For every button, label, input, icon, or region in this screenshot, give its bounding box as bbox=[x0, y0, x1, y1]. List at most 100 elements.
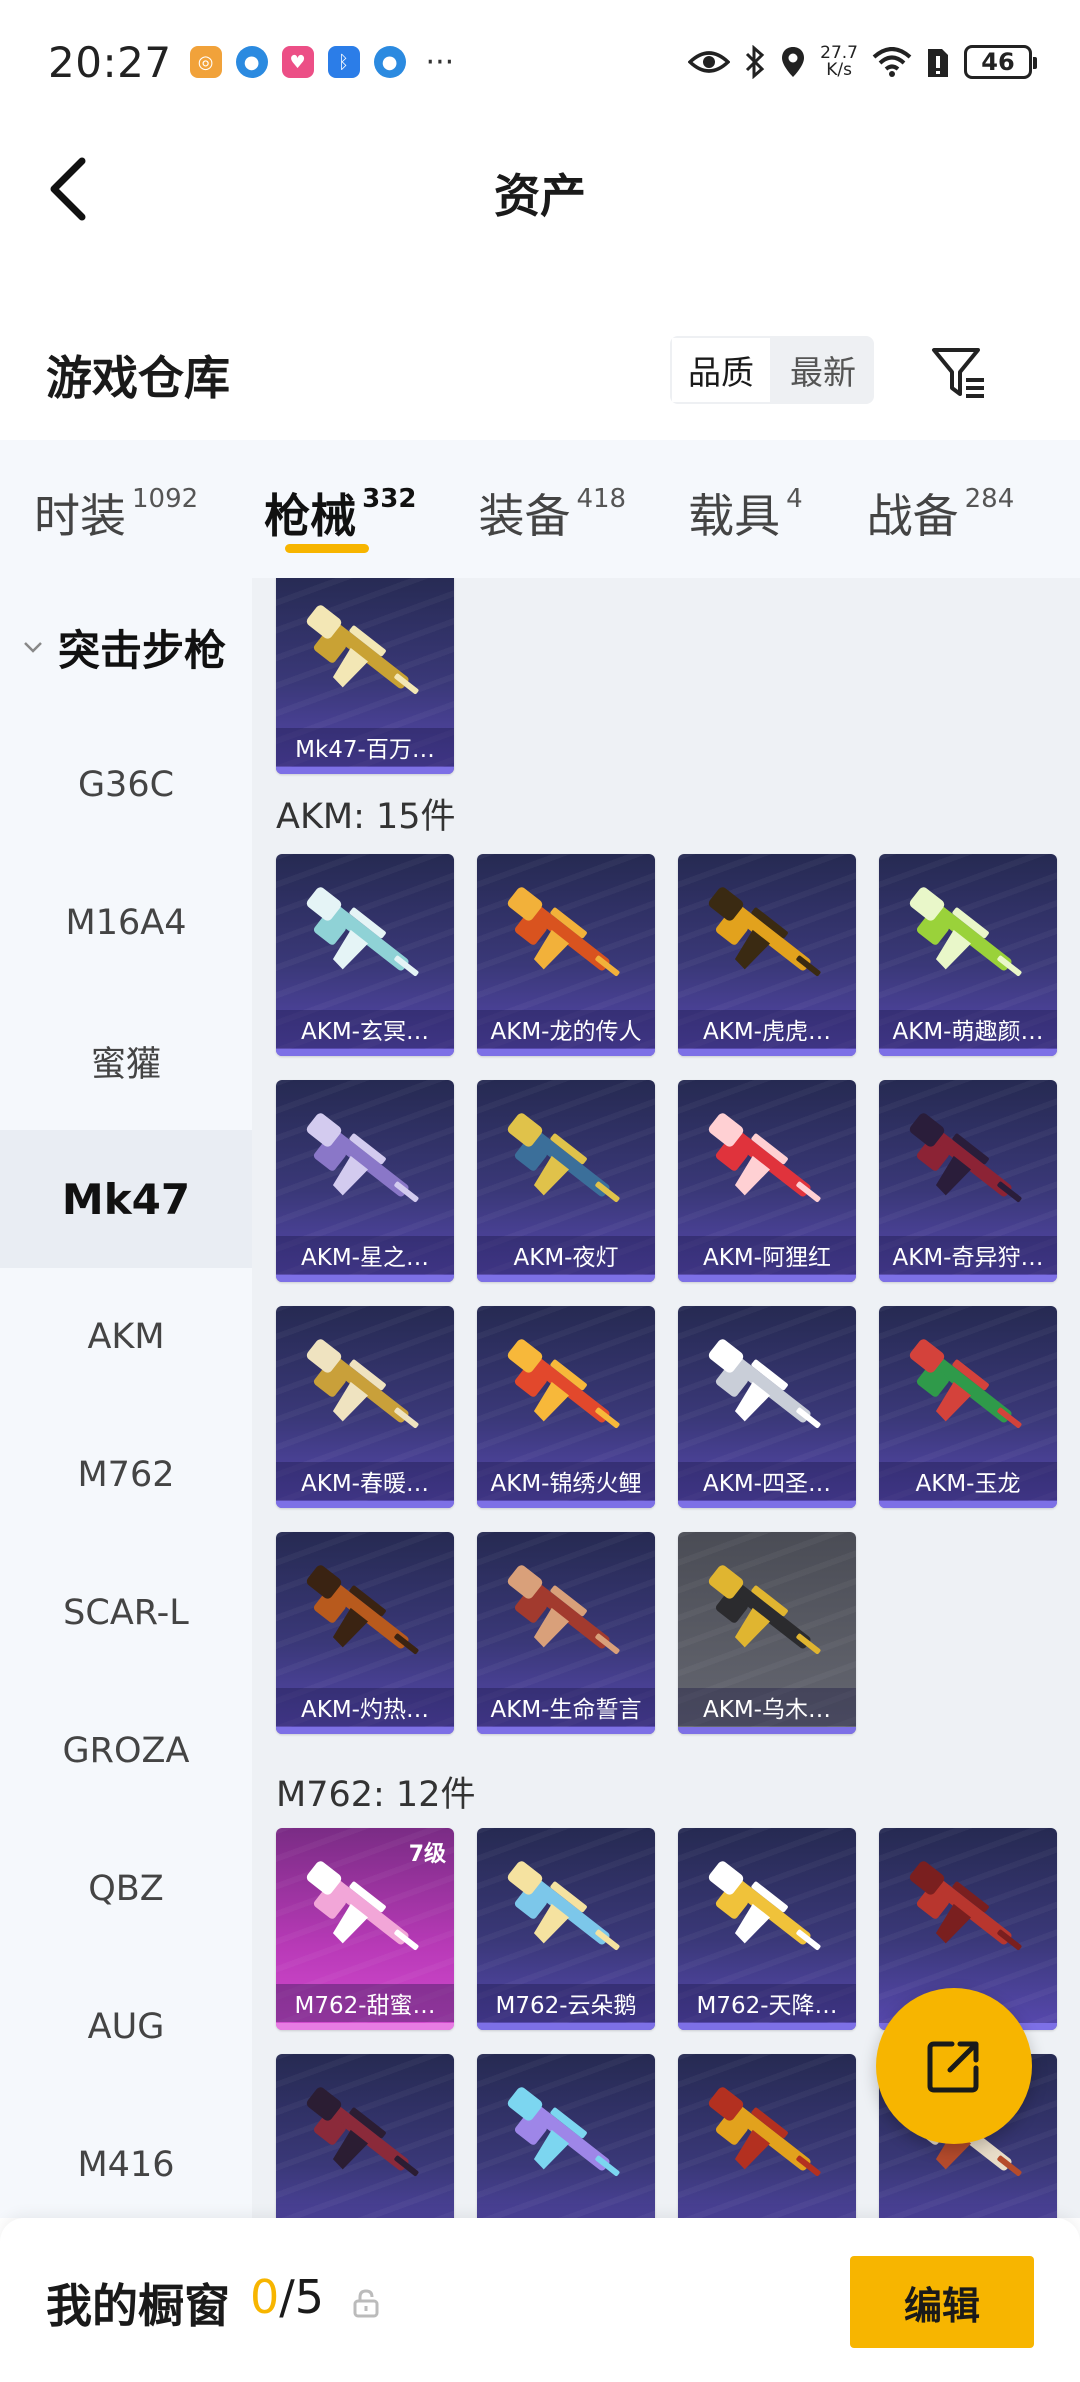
sort-by-quality-button[interactable]: 品质 bbox=[670, 336, 772, 404]
tab-count: 418 bbox=[576, 484, 627, 514]
weapon-card[interactable]: Mk47-百万… bbox=[276, 578, 454, 774]
weapon-card[interactable]: M762-云朵鹅 bbox=[477, 1828, 655, 2030]
weapon-skin-image bbox=[306, 1339, 419, 1428]
category-item-g36c[interactable]: G36C bbox=[0, 716, 252, 854]
weapon-card[interactable]: AKM-锦绣火鲤 bbox=[477, 1306, 655, 1508]
weapon-card[interactable] bbox=[477, 2054, 655, 2218]
notification-app-icon: ◎ bbox=[189, 46, 222, 78]
status-bar: 20:27 ◎ ● ♥ ᛒ ● ··· 27.7 K/s 46 bbox=[0, 0, 1080, 124]
weapon-card-label: M762-天降… bbox=[678, 1984, 856, 2022]
category-item-m416[interactable]: M416 bbox=[0, 2096, 252, 2234]
category-tabs: 时装 1092 枪械 332 装备 418 载具 4 战备 284 bbox=[0, 440, 1080, 578]
category-item-akm[interactable]: AKM bbox=[0, 1268, 252, 1406]
weapon-skin-image bbox=[708, 2087, 821, 2176]
section-title: 游戏仓库 bbox=[46, 351, 230, 405]
showcase-count: 0/5 bbox=[250, 2270, 324, 2324]
weapon-card[interactable]: AKM-夜灯 bbox=[477, 1080, 655, 1282]
weapon-card[interactable]: AKM-阿狸红 bbox=[678, 1080, 856, 1282]
battery-indicator: 46 bbox=[964, 45, 1037, 79]
weapon-card[interactable] bbox=[678, 2054, 856, 2218]
weapon-card[interactable]: M762-天降… bbox=[678, 1828, 856, 2030]
weapon-skin-image bbox=[708, 1113, 821, 1202]
skin-level-badge: 7级 bbox=[408, 1842, 446, 1867]
category-group-assault-rifles[interactable]: 突击步枪 bbox=[0, 578, 252, 716]
browser-icon: ● bbox=[235, 46, 268, 78]
sort-toggle: 品质 最新 bbox=[670, 336, 874, 404]
weapon-card-label: AKM-春暖… bbox=[276, 1462, 454, 1500]
tab-label: 载具 bbox=[688, 489, 781, 543]
weapon-card-label: AKM-生命誓言 bbox=[477, 1688, 655, 1726]
category-item-honey-badger[interactable]: 蜜獾 bbox=[0, 992, 252, 1130]
weapon-skin-image bbox=[507, 887, 620, 976]
category-item-aug[interactable]: AUG bbox=[0, 1958, 252, 2096]
warehouse-section-header: 游戏仓库 品质 最新 bbox=[0, 320, 1080, 440]
weapon-card-label: AKM-玉龙 bbox=[879, 1462, 1057, 1500]
weapon-skin-image bbox=[708, 1565, 821, 1654]
weapon-card[interactable]: AKM-灼热… bbox=[276, 1532, 454, 1734]
weapon-card-label: AKM-虎虎… bbox=[678, 1010, 856, 1048]
weapon-card-label: AKM-萌趣颜… bbox=[879, 1010, 1057, 1048]
weapon-card-label: AKM-玄冥… bbox=[276, 1010, 454, 1048]
share-button[interactable] bbox=[876, 1988, 1032, 2144]
weapon-card[interactable]: 7级 M762-甜蜜… bbox=[276, 1828, 454, 2030]
group-label-akm: AKM: 15件 bbox=[276, 797, 456, 837]
tab-equipment[interactable]: 装备 418 bbox=[432, 480, 642, 546]
weapon-skin-image bbox=[507, 1339, 620, 1428]
category-item-mk47[interactable]: Mk47 bbox=[0, 1130, 252, 1268]
weapon-card[interactable]: AKM-玉龙 bbox=[879, 1306, 1057, 1508]
filter-button[interactable] bbox=[928, 340, 992, 404]
weapon-grid: AKM: 15件 M762: 12件 Mk47-百万… AKM-玄冥… AKM-龙的… bbox=[252, 578, 1080, 2218]
weapon-card[interactable]: AKM-四圣… bbox=[678, 1306, 856, 1508]
weapon-card[interactable]: AKM-龙的传人 bbox=[477, 854, 655, 1056]
weapon-card[interactable]: AKM-春暖… bbox=[276, 1306, 454, 1508]
sort-by-latest-button[interactable]: 最新 bbox=[772, 336, 874, 404]
weapon-card[interactable] bbox=[276, 2054, 454, 2218]
category-item-m16a4[interactable]: M16A4 bbox=[0, 854, 252, 992]
tab-vehicles[interactable]: 载具 4 bbox=[642, 480, 819, 546]
weapon-card[interactable]: AKM-乌木… bbox=[678, 1532, 856, 1734]
weapon-card[interactable]: AKM-星之… bbox=[276, 1080, 454, 1282]
tab-battle-prep[interactable]: 战备 284 bbox=[819, 480, 1031, 546]
network-speed-unit: K/s bbox=[826, 60, 852, 80]
tab-fashion[interactable]: 时装 1092 bbox=[0, 480, 214, 546]
category-item-qbz[interactable]: QBZ bbox=[0, 1820, 252, 1958]
weapon-card[interactable]: AKM-虎虎… bbox=[678, 854, 856, 1056]
weapon-card[interactable]: AKM-奇异狩… bbox=[879, 1080, 1057, 1282]
tab-count: 4 bbox=[786, 484, 803, 514]
weapon-skin-image bbox=[507, 1861, 620, 1950]
lock-icon bbox=[353, 2289, 379, 2318]
edit-button[interactable]: 编辑 bbox=[850, 2256, 1034, 2348]
sim-alert-icon bbox=[928, 49, 948, 77]
weapon-skin-image bbox=[708, 1339, 821, 1428]
weapon-card-label: AKM-奇异狩… bbox=[879, 1236, 1057, 1274]
bluetooth-icon bbox=[746, 45, 765, 79]
tab-count: 284 bbox=[964, 484, 1015, 514]
active-tab-indicator bbox=[285, 544, 369, 553]
showcase-bar: 我的橱窗 0/5 编辑 bbox=[0, 2218, 1080, 2382]
location-icon bbox=[782, 47, 805, 77]
tab-count: 332 bbox=[362, 484, 417, 514]
tab-label: 枪械 bbox=[264, 489, 357, 543]
weapon-card[interactable]: AKM-萌趣颜… bbox=[879, 854, 1057, 1056]
weapon-skin-image bbox=[909, 1861, 1022, 1950]
weapon-category-list: 突击步枪 G36C M16A4 蜜獾 Mk47 AKM M762 SCAR-L … bbox=[0, 578, 252, 2218]
tab-label: 时装 bbox=[34, 489, 126, 543]
weapon-card-label: M762-云朵鹅 bbox=[477, 1984, 655, 2022]
tab-label: 战备 bbox=[866, 489, 959, 543]
eye-icon bbox=[688, 51, 731, 73]
weapon-card[interactable]: AKM-玄冥… bbox=[276, 854, 454, 1056]
weapon-card-label: AKM-星之… bbox=[276, 1236, 454, 1274]
weapon-card[interactable]: AKM-生命誓言 bbox=[477, 1532, 655, 1734]
weapon-skin-image bbox=[306, 1113, 419, 1202]
weapon-card-label: Mk47-百万… bbox=[276, 728, 454, 766]
weapon-skin-image bbox=[708, 887, 821, 976]
weapon-card-label: AKM-四圣… bbox=[678, 1462, 856, 1500]
weapon-card-label: AKM-锦绣火鲤 bbox=[477, 1462, 655, 1500]
showcase-title: 我的橱窗 bbox=[46, 2279, 230, 2333]
category-item-groza[interactable]: GROZA bbox=[0, 1682, 252, 1820]
category-item-scar-l[interactable]: SCAR-L bbox=[0, 1544, 252, 1682]
tab-firearms[interactable]: 枪械 332 bbox=[214, 480, 432, 546]
tab-label: 装备 bbox=[478, 489, 571, 543]
browser-icon: ● bbox=[373, 46, 406, 78]
category-item-m762[interactable]: M762 bbox=[0, 1406, 252, 1544]
